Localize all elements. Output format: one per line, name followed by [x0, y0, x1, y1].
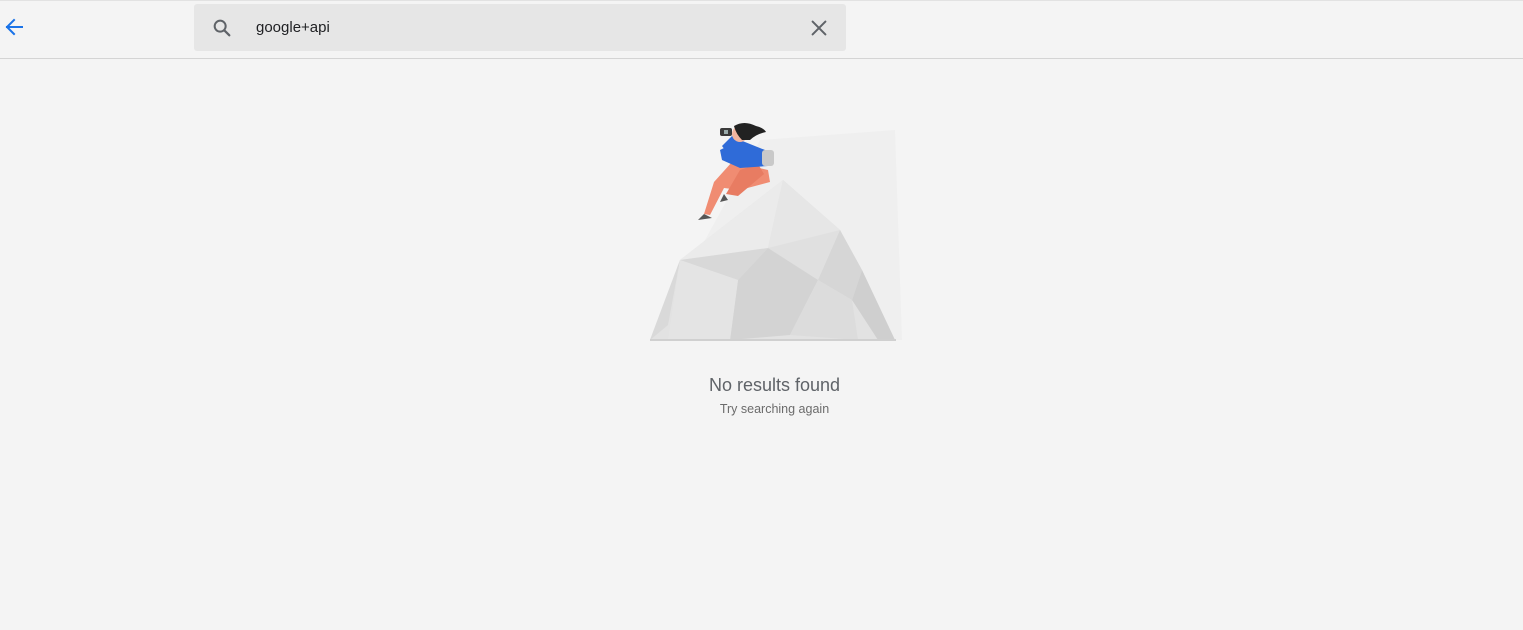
clear-search-button[interactable]: [808, 17, 830, 39]
no-results-illustration: [650, 123, 902, 341]
close-icon: [811, 20, 827, 36]
back-button[interactable]: [0, 15, 24, 39]
arrow-back-icon: [5, 18, 23, 36]
search-icon: [213, 19, 231, 37]
search-box: [194, 4, 846, 51]
top-bar: [0, 0, 1523, 59]
empty-state-title: No results found: [708, 375, 841, 395]
empty-state-subtitle: Try searching again: [719, 402, 830, 416]
search-input[interactable]: [256, 4, 796, 51]
